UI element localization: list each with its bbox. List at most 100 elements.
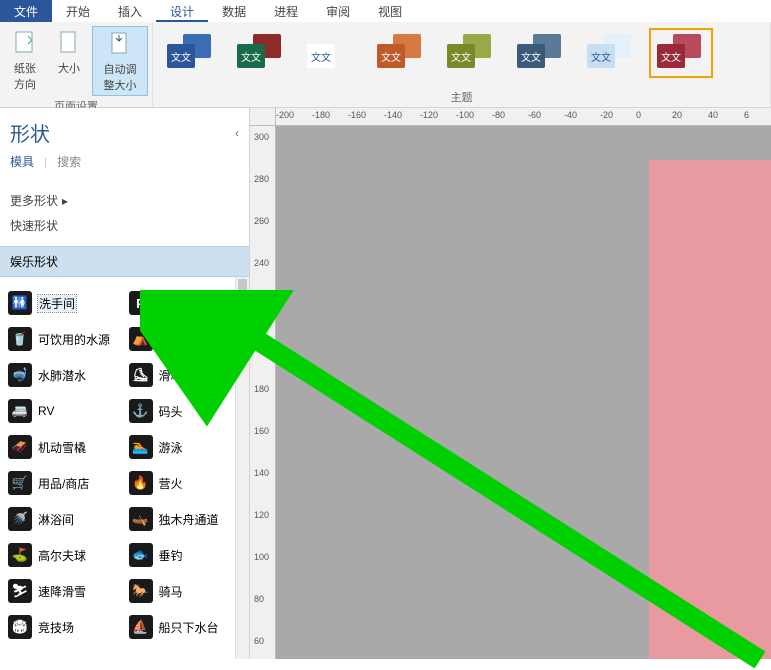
- orientation-icon: [11, 28, 39, 58]
- shapes-panel: 形状 ‹ 模具 | 搜索 更多形状 ▸ 快速形状 娱乐形状 🚻洗手间P停车🥤可饮…: [0, 108, 250, 659]
- shape-icon: 🐟: [129, 543, 153, 567]
- tab-review[interactable]: 审阅: [312, 0, 364, 22]
- shape-label: 速降滑雪: [38, 583, 86, 600]
- shape-icon: ⛵: [129, 615, 153, 639]
- chevron-right-icon: ▸: [62, 194, 68, 208]
- shape-item-1[interactable]: P 停车: [125, 285, 246, 321]
- shape-item-3[interactable]: ⛺ 野营: [125, 321, 246, 357]
- shape-item-0[interactable]: 🚻 洗手间: [4, 285, 125, 321]
- shape-icon: 🛶: [129, 507, 153, 531]
- shape-icon: 🐎: [129, 579, 153, 603]
- size-button[interactable]: 大小: [48, 26, 90, 96]
- orientation-button[interactable]: 纸张方向: [4, 26, 46, 96]
- shape-icon: 🏟: [8, 615, 32, 639]
- tab-process[interactable]: 进程: [260, 0, 312, 22]
- theme-swatch-7[interactable]: 文文: [649, 28, 713, 78]
- shape-label: 垂钓: [159, 547, 183, 564]
- shape-item-13[interactable]: 🛶 独木舟通道: [125, 501, 246, 537]
- shapes-scrollbar[interactable]: [235, 277, 249, 659]
- shape-icon: 🚻: [8, 291, 32, 315]
- shape-label: 机动雪橇: [38, 439, 86, 456]
- shape-label: 可饮用的水源: [38, 331, 110, 348]
- shape-item-11[interactable]: 🔥营火: [125, 465, 246, 501]
- quick-shapes-link[interactable]: 快速形状: [10, 213, 239, 238]
- canvas-area[interactable]: -200-180-160-140-120-100-80-60-40-200204…: [250, 108, 771, 659]
- shape-icon: P: [129, 291, 153, 315]
- tab-design[interactable]: 设计: [156, 0, 208, 22]
- tab-home[interactable]: 开始: [52, 0, 104, 22]
- shape-label: 游泳: [159, 439, 183, 456]
- autosize-label: 自动调整大小: [99, 61, 141, 93]
- shape-label: 淋浴间: [38, 511, 74, 528]
- shape-item-14[interactable]: ⛳ 高尔夫球: [4, 537, 125, 573]
- page-shape[interactable]: [649, 160, 771, 659]
- shapes-grid: 🚻 洗手间 P 停车 🥤 可饮用的水源 ⛺ 野营 🤿水肺潜水⛸ 滑冰 🚐 RV ⚓码头 🛷 机动雪橇 🏊 游泳 🛒…: [0, 277, 249, 659]
- shape-icon: 🏊: [129, 435, 153, 459]
- shape-label: 船只下水台: [159, 619, 219, 636]
- shape-label: 滑冰: [159, 367, 183, 384]
- canvas[interactable]: [276, 126, 771, 659]
- shape-item-12[interactable]: 🚿 淋浴间: [4, 501, 125, 537]
- search-link[interactable]: 搜索: [57, 153, 81, 170]
- shape-item-6[interactable]: 🚐 RV: [4, 393, 125, 429]
- ribbon-group-page-setup: 纸张方向 大小 自动调整大小 页面设置: [0, 22, 153, 107]
- shape-icon: 🛷: [8, 435, 32, 459]
- autosize-button[interactable]: 自动调整大小: [92, 26, 148, 96]
- theme-swatch-6[interactable]: 文文: [579, 28, 643, 78]
- collapse-panel-icon[interactable]: ‹: [235, 126, 239, 140]
- shape-icon: 🥤: [8, 327, 32, 351]
- theme-swatch-3[interactable]: 文文: [369, 28, 433, 78]
- shape-label: 码头: [159, 403, 183, 420]
- shape-icon: 🚿: [8, 507, 32, 531]
- theme-swatch-1[interactable]: 文文: [229, 28, 293, 78]
- tab-file[interactable]: 文件: [0, 0, 52, 22]
- shape-item-9[interactable]: 🏊 游泳: [125, 429, 246, 465]
- shape-label: 竞技场: [38, 619, 74, 636]
- shape-label: 停车: [159, 295, 183, 312]
- shape-item-18[interactable]: 🏟 竞技场: [4, 609, 125, 645]
- shape-item-7[interactable]: ⚓码头: [125, 393, 246, 429]
- shape-item-8[interactable]: 🛷 机动雪橇: [4, 429, 125, 465]
- shape-icon: 🚐: [8, 399, 32, 423]
- shape-icon: 🔥: [129, 471, 153, 495]
- size-icon: [55, 28, 83, 58]
- shape-icon: ⛳: [8, 543, 32, 567]
- shape-item-10[interactable]: 🛒用品/商店: [4, 465, 125, 501]
- theme-swatch-4[interactable]: 文文: [439, 28, 503, 78]
- shape-label: 用品/商店: [38, 475, 89, 492]
- shape-icon: ⛷: [8, 579, 32, 603]
- tab-data[interactable]: 数据: [208, 0, 260, 22]
- more-shapes-link[interactable]: 更多形状 ▸: [10, 188, 239, 213]
- shape-item-17[interactable]: 🐎 骑马: [125, 573, 246, 609]
- theme-swatch-2[interactable]: 文文: [299, 28, 363, 78]
- shape-label: 水肺潜水: [38, 367, 86, 384]
- shape-item-4[interactable]: 🤿水肺潜水: [4, 357, 125, 393]
- themes-group-label: 主题: [157, 87, 766, 105]
- shape-label: 高尔夫球: [38, 547, 86, 564]
- tab-view[interactable]: 视图: [364, 0, 416, 22]
- shape-label: 独木舟通道: [159, 511, 219, 528]
- ruler-vertical: 3002802602402202001801601401201008060: [250, 126, 276, 659]
- shapes-title: 形状: [10, 118, 50, 147]
- shape-label: RV: [38, 404, 54, 418]
- autosize-icon: [106, 29, 134, 59]
- shape-icon: ⛺: [129, 327, 153, 351]
- shape-label: 洗手间: [38, 295, 76, 312]
- shape-item-5[interactable]: ⛸ 滑冰: [125, 357, 246, 393]
- shape-icon: ⛸: [129, 363, 153, 387]
- ribbon-group-themes: 文文文文文文文文文文文文文文文文 主题: [153, 22, 771, 107]
- size-label: 大小: [58, 60, 80, 76]
- shape-label: 野营: [159, 331, 183, 348]
- shapes-category[interactable]: 娱乐形状: [0, 246, 249, 277]
- stencil-link[interactable]: 模具: [10, 153, 34, 170]
- shape-item-15[interactable]: 🐟 垂钓: [125, 537, 246, 573]
- tab-insert[interactable]: 插入: [104, 0, 156, 22]
- ruler-horizontal: -200-180-160-140-120-100-80-60-40-200204…: [276, 108, 771, 126]
- shape-label: 骑马: [159, 583, 183, 600]
- shape-item-19[interactable]: ⛵ 船只下水台: [125, 609, 246, 645]
- shape-item-2[interactable]: 🥤 可饮用的水源: [4, 321, 125, 357]
- theme-swatch-0[interactable]: 文文: [159, 28, 223, 78]
- ribbon: 纸张方向 大小 自动调整大小 页面设置 文文文文文文文文文文文文文文文文 主题: [0, 22, 771, 108]
- theme-swatch-5[interactable]: 文文: [509, 28, 573, 78]
- shape-item-16[interactable]: ⛷ 速降滑雪: [4, 573, 125, 609]
